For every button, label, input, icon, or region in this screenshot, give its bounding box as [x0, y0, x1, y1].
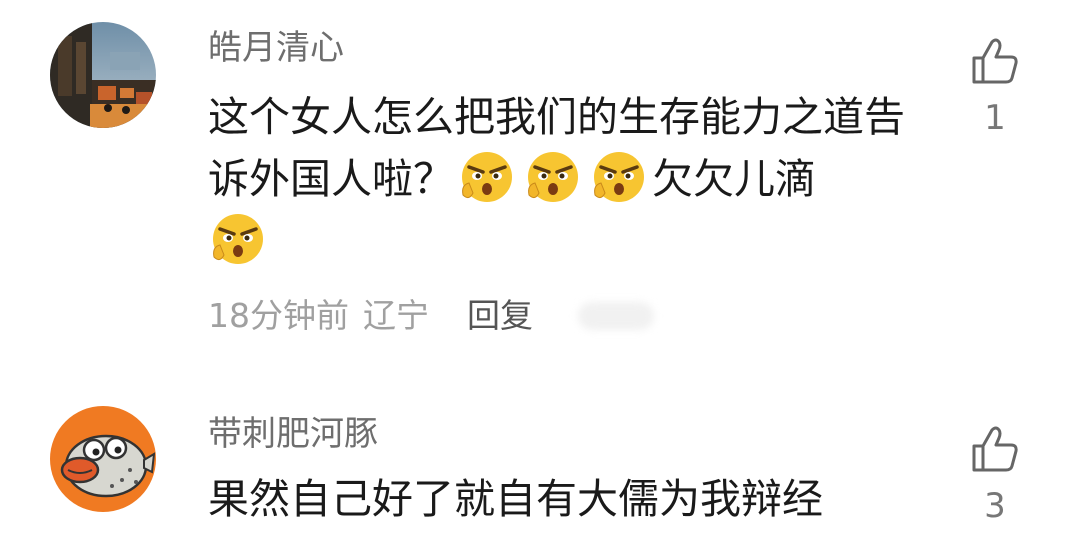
comment-text-part: 果然自己好了就自有大儒为我辩经	[208, 475, 823, 523]
comment-meta: 18分钟前 辽宁 回复	[208, 296, 654, 336]
comment-item: 带刺肥河豚 果然自己好了就自有大儒为我辩经 3	[0, 392, 1080, 538]
smug-face-emoji-icon	[208, 211, 268, 267]
reply-button[interactable]: 回复	[467, 296, 533, 336]
comment-text: 果然自己好了就自有大儒为我辩经	[208, 468, 938, 530]
smug-face-emoji-icon	[523, 149, 583, 205]
avatar[interactable]	[50, 22, 156, 128]
blurred-region	[578, 302, 654, 330]
thumbs-up-icon[interactable]	[970, 36, 1020, 86]
like-count: 3	[984, 486, 1006, 526]
comment-text: 这个女人怎么把我们的生存能力之道告诉外国人啦？ 欠欠儿滴	[208, 86, 938, 272]
comment-location: 辽宁	[363, 296, 429, 335]
smug-face-emoji-icon	[589, 149, 649, 205]
like-count: 1	[984, 98, 1006, 138]
thumbs-up-icon[interactable]	[970, 424, 1020, 474]
like-button[interactable]: 1	[968, 36, 1022, 138]
avatar[interactable]	[50, 406, 156, 512]
like-button[interactable]: 3	[968, 424, 1022, 526]
comment-list: 皓月清心 这个女人怎么把我们的生存能力之道告诉外国人啦？ 欠欠儿滴 18分钟前 …	[0, 0, 1080, 538]
username[interactable]: 带刺肥河豚	[208, 414, 378, 454]
comment-text-part: 欠欠儿滴	[652, 155, 816, 203]
comment-item: 皓月清心 这个女人怎么把我们的生存能力之道告诉外国人啦？ 欠欠儿滴 18分钟前 …	[0, 0, 1080, 380]
smug-face-emoji-icon	[457, 149, 517, 205]
comment-time: 18分钟前	[208, 296, 349, 335]
username[interactable]: 皓月清心	[208, 28, 344, 68]
